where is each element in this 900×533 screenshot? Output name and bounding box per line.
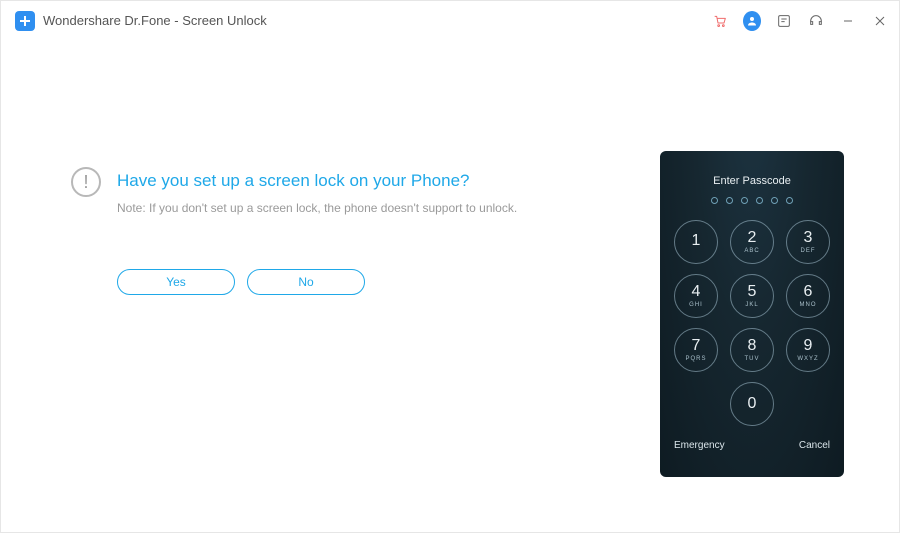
- minimize-button[interactable]: [839, 12, 857, 30]
- yes-button[interactable]: Yes: [117, 269, 235, 295]
- key-5: 5JKL: [730, 274, 774, 318]
- passcode-dot: [756, 197, 763, 204]
- phone-mock: Enter Passcode 1 2ABC 3DEF 4GHI 5JKL 6MN…: [660, 151, 844, 477]
- info-icon: !: [71, 167, 101, 197]
- no-button[interactable]: No: [247, 269, 365, 295]
- content-area: ! Have you set up a screen lock on your …: [1, 41, 899, 532]
- prompt-heading: Have you set up a screen lock on your Ph…: [117, 171, 517, 191]
- keypad: 1 2ABC 3DEF 4GHI 5JKL 6MNO 7PQRS 8TUV 9W…: [674, 220, 830, 426]
- app-logo-icon: [15, 11, 35, 31]
- button-row: Yes No: [117, 269, 517, 295]
- key-3: 3DEF: [786, 220, 830, 264]
- key-0: 0: [730, 382, 774, 426]
- close-button[interactable]: [871, 12, 889, 30]
- prompt-panel: ! Have you set up a screen lock on your …: [71, 171, 517, 532]
- cart-icon[interactable]: [711, 12, 729, 30]
- prompt-note: Note: If you don't set up a screen lock,…: [117, 201, 517, 215]
- passcode-dots: [711, 197, 793, 204]
- passcode-dot: [786, 197, 793, 204]
- emergency-label: Emergency: [674, 440, 725, 451]
- key-2: 2ABC: [730, 220, 774, 264]
- key-1: 1: [674, 220, 718, 264]
- support-icon[interactable]: [807, 12, 825, 30]
- phone-bottom-row: Emergency Cancel: [660, 440, 844, 451]
- key-4: 4GHI: [674, 274, 718, 318]
- key-8: 8TUV: [730, 328, 774, 372]
- user-icon[interactable]: [743, 12, 761, 30]
- passcode-dot: [711, 197, 718, 204]
- titlebar-actions: [711, 12, 889, 30]
- key-9: 9WXYZ: [786, 328, 830, 372]
- passcode-dot: [741, 197, 748, 204]
- app-title: Wondershare Dr.Fone - Screen Unlock: [43, 13, 711, 28]
- passcode-label: Enter Passcode: [713, 175, 791, 187]
- passcode-dot: [771, 197, 778, 204]
- titlebar: Wondershare Dr.Fone - Screen Unlock: [1, 1, 899, 41]
- feedback-icon[interactable]: [775, 12, 793, 30]
- key-6: 6MNO: [786, 274, 830, 318]
- key-7: 7PQRS: [674, 328, 718, 372]
- cancel-label: Cancel: [799, 440, 830, 451]
- passcode-dot: [726, 197, 733, 204]
- app-window: Wondershare Dr.Fone - Screen Unlock: [0, 0, 900, 533]
